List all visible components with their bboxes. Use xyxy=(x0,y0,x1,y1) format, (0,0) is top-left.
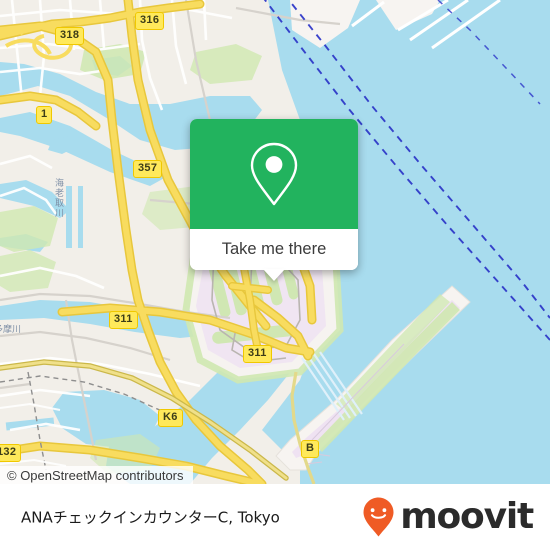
water-label: 多摩川 xyxy=(0,325,22,335)
map-pin-icon xyxy=(250,142,298,206)
road-shield: 311 xyxy=(243,345,272,363)
place-popup-card[interactable]: Take me there xyxy=(190,119,358,281)
footer-bar: ANAチェックインカウンターC, Tokyo moovit xyxy=(0,484,550,550)
popup-pointer-tail xyxy=(263,269,285,281)
moovit-logo[interactable]: moovit xyxy=(362,496,534,538)
water-label: 海老取川 xyxy=(53,178,63,218)
road-shield: 132 xyxy=(0,444,22,462)
road-shield: 318 xyxy=(55,27,85,45)
road-shield: 357 xyxy=(133,160,163,178)
screenshot-root: 316 318 1 357 311 311 K6 132 B 海老取川 多摩川 … xyxy=(0,0,550,550)
road-shield: 1 xyxy=(36,106,53,124)
take-me-there-label: Take me there xyxy=(221,240,327,258)
place-title: ANAチェックインカウンターC, Tokyo xyxy=(21,508,280,527)
road-shield: 316 xyxy=(135,12,165,30)
popup-icon-area xyxy=(190,119,358,229)
moovit-pin-icon xyxy=(363,497,394,537)
osm-attribution[interactable]: © OpenStreetMap contributors xyxy=(0,466,193,486)
road-shield: B xyxy=(301,440,320,458)
road-shield: 311 xyxy=(109,311,138,329)
road-shield: K6 xyxy=(158,409,183,427)
moovit-wordmark: moovit xyxy=(400,496,534,537)
take-me-there-button[interactable]: Take me there xyxy=(190,229,358,281)
